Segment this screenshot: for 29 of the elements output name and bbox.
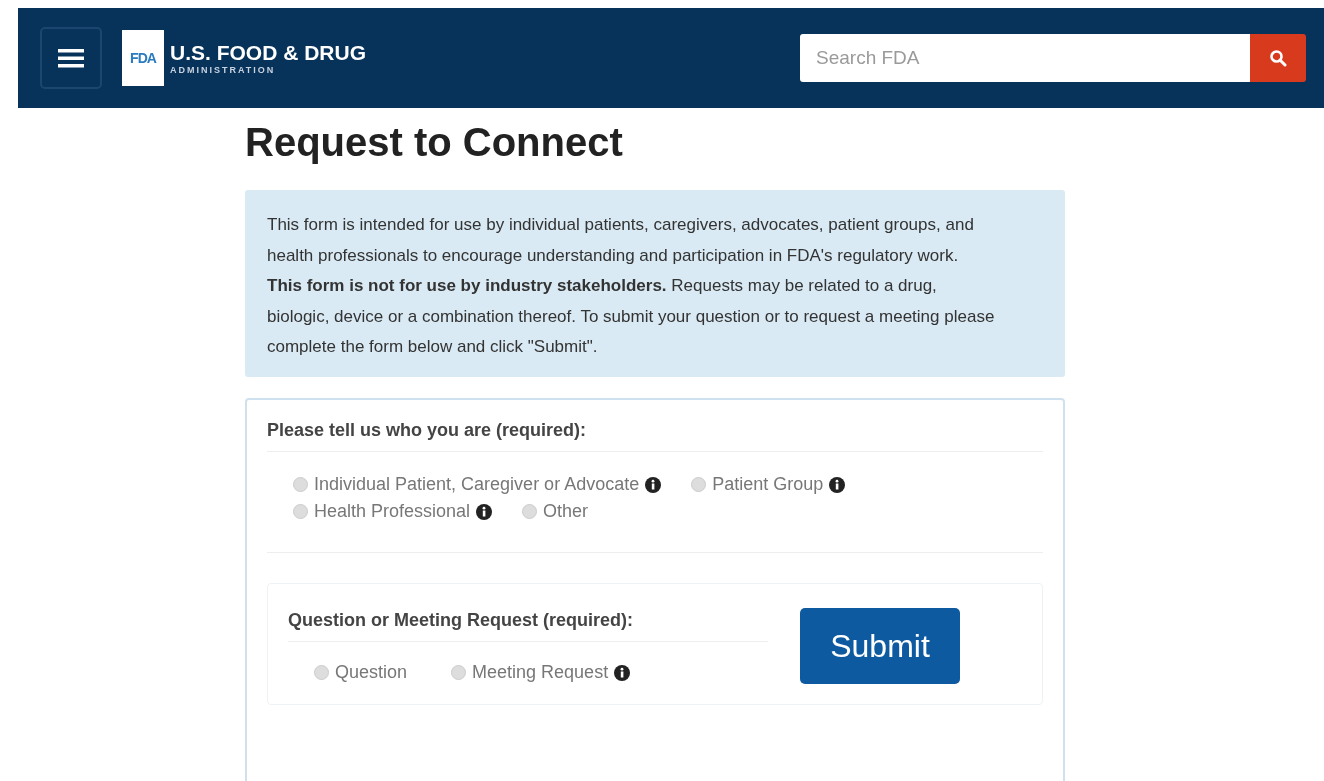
radio-option[interactable]: Meeting Request — [451, 662, 631, 683]
logo-mark[interactable]: FDA — [122, 30, 164, 86]
info-icon[interactable] — [829, 476, 846, 493]
agency-name[interactable]: U.S. FOOD & DRUG — [170, 41, 366, 65]
radio-option[interactable]: Other — [522, 501, 589, 522]
radio-option[interactable]: Question — [314, 662, 408, 683]
menu-icon — [58, 47, 84, 69]
section-label: Question or Meeting Request (required): — [288, 610, 768, 642]
agency-subtitle[interactable]: ADMINISTRATION — [170, 65, 366, 75]
radio-option[interactable]: Patient Group — [691, 474, 846, 495]
search-icon — [1269, 49, 1287, 67]
radio-button[interactable] — [522, 504, 538, 519]
radio-button[interactable] — [691, 477, 707, 492]
info-icon[interactable] — [645, 476, 662, 493]
radio-option[interactable]: Health Professional — [293, 501, 493, 522]
section-label: Please tell us who you are (required): — [267, 420, 1043, 452]
page-title: Request to Connect — [245, 119, 624, 166]
radio-button[interactable] — [314, 665, 329, 680]
radio-option[interactable]: Individual Patient, Caregiver or Advocate — [293, 474, 662, 495]
info-icon[interactable] — [614, 664, 631, 681]
intro-text: This form is intended for use by individual patients, caregivers, advocates, patient groups, and health professionals to encourage understanding and participation in FDA's regulatory work. This form is not for use by industry stakeholders. Requests may be related to a drug, biologic, device or a combination thereof. To submit your question or to request a meeting please complete the form below and click "Submit". — [267, 214, 995, 358]
info-icon[interactable] — [476, 503, 493, 520]
search-field[interactable]: Search FDA — [800, 34, 1250, 82]
submit-button[interactable]: Submit — [800, 608, 960, 684]
menu-button[interactable] — [40, 27, 102, 89]
radio-button[interactable] — [293, 504, 308, 519]
radio-button[interactable] — [293, 477, 308, 492]
radio-button[interactable] — [451, 665, 467, 680]
search-button[interactable] — [1250, 34, 1306, 82]
